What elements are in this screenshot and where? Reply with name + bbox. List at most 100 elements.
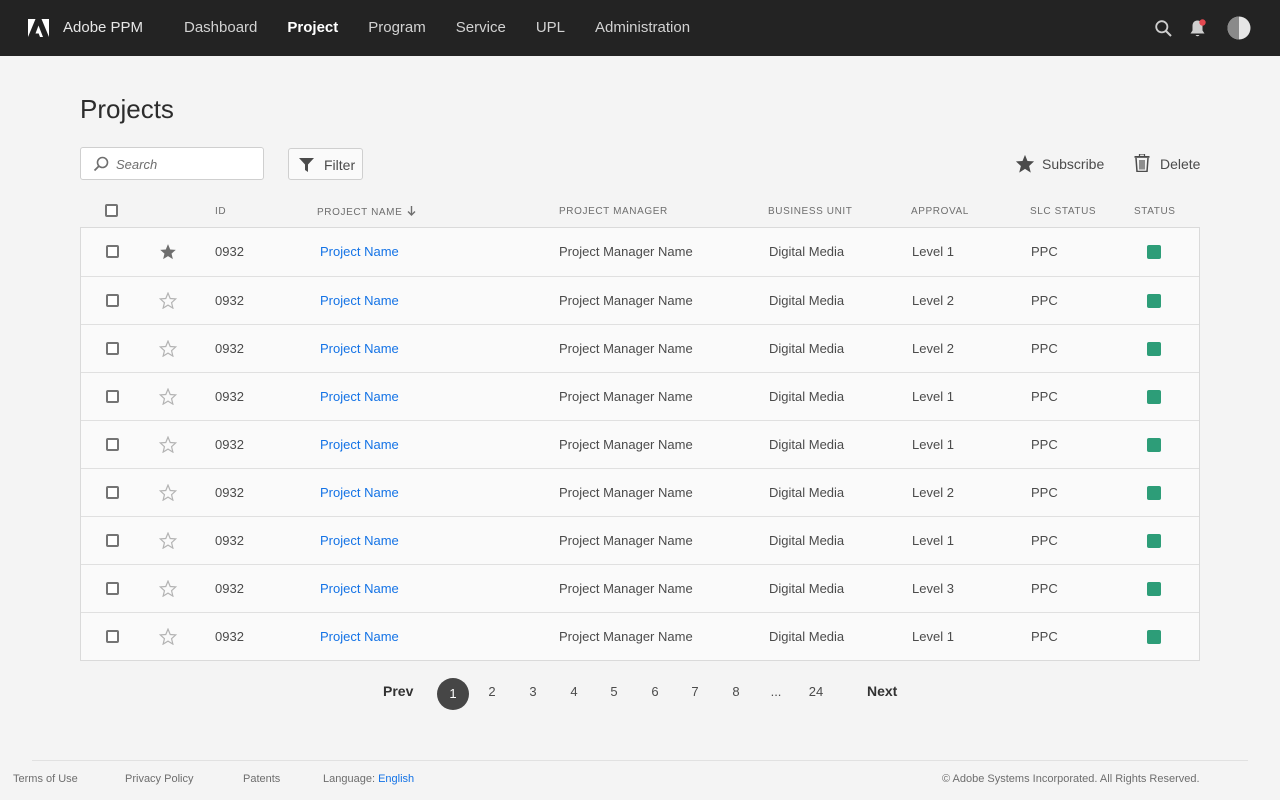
- cell-approval: Level 1: [912, 244, 954, 259]
- bell-icon[interactable]: [1189, 19, 1206, 38]
- column-header-status[interactable]: STATUS: [1134, 206, 1176, 217]
- app-brand-name[interactable]: Adobe PPM: [63, 19, 143, 36]
- cell-approval: Level 1: [912, 629, 954, 644]
- cell-id: 0932: [215, 341, 244, 356]
- star-filled-icon[interactable]: [159, 243, 177, 260]
- row-checkbox[interactable]: [106, 390, 119, 403]
- cell-project-manager: Project Manager Name: [559, 581, 693, 596]
- next-page-button[interactable]: Next: [867, 683, 897, 699]
- cell-project-name[interactable]: Project Name: [320, 389, 399, 404]
- column-header-slc-status[interactable]: SLC STATUS: [1030, 206, 1096, 217]
- cell-id: 0932: [215, 485, 244, 500]
- nav-item-service[interactable]: Service: [456, 19, 506, 36]
- cell-project-name[interactable]: Project Name: [320, 341, 399, 356]
- cell-id: 0932: [215, 533, 244, 548]
- star-outline-icon[interactable]: [159, 532, 177, 549]
- language-label: Language:: [323, 773, 375, 785]
- star-outline-icon[interactable]: [159, 580, 177, 597]
- star-outline-icon[interactable]: [159, 340, 177, 357]
- nav-item-administration[interactable]: Administration: [595, 19, 690, 36]
- cell-project-name[interactable]: Project Name: [320, 629, 399, 644]
- delete-button[interactable]: Delete: [1134, 154, 1200, 174]
- table-row[interactable]: 0932 Project Name Project Manager Name Digi…: [81, 564, 1199, 612]
- row-checkbox[interactable]: [106, 534, 119, 547]
- table-row[interactable]: 0932 Project Name Project Manager Name Digi…: [81, 516, 1199, 564]
- row-checkbox[interactable]: [106, 630, 119, 643]
- subscribe-button[interactable]: Subscribe: [1015, 154, 1105, 174]
- sort-descending-icon[interactable]: [407, 206, 416, 216]
- page-5-button[interactable]: 5: [606, 684, 622, 699]
- table-row[interactable]: 0932 Project Name Project Manager Name Digi…: [81, 468, 1199, 516]
- nav-item-upl[interactable]: UPL: [536, 19, 565, 36]
- row-checkbox[interactable]: [106, 582, 119, 595]
- row-checkbox[interactable]: [106, 294, 119, 307]
- cell-project-name[interactable]: Project Name: [320, 485, 399, 500]
- filter-button[interactable]: Filter: [288, 148, 363, 180]
- nav-item-dashboard[interactable]: Dashboard: [184, 19, 257, 36]
- star-outline-icon[interactable]: [159, 292, 177, 309]
- terms-of-use-link[interactable]: Terms of Use: [13, 773, 78, 785]
- delete-button-label: Delete: [1160, 156, 1201, 172]
- cell-business-unit: Digital Media: [769, 485, 845, 500]
- table-row[interactable]: 0932 Project Name Project Manager Name Digi…: [81, 276, 1199, 324]
- page-6-button[interactable]: 6: [647, 684, 663, 699]
- language-selector[interactable]: Language: English: [323, 773, 414, 785]
- pagination-ellipsis: ...: [770, 684, 782, 699]
- row-checkbox[interactable]: [106, 486, 119, 499]
- column-header-id[interactable]: ID: [215, 206, 226, 217]
- adobe-logo-icon[interactable]: [28, 19, 49, 37]
- pagination: Prev Next 1 2 3 4 5 6 7 8... 24: [0, 676, 1280, 710]
- select-all-checkbox[interactable]: [105, 204, 118, 217]
- cell-project-name[interactable]: Project Name: [320, 244, 399, 259]
- star-outline-icon[interactable]: [159, 484, 177, 501]
- search-field[interactable]: [80, 147, 264, 180]
- table-row[interactable]: 0932 Project Name Project Manager Name Digi…: [81, 372, 1199, 420]
- page-2-button[interactable]: 2: [484, 684, 500, 699]
- nav-item-project[interactable]: Project: [287, 19, 338, 36]
- top-navigation-bar: Adobe PPM Dashboard Project Program Service…: [0, 0, 1280, 56]
- status-indicator: [1147, 245, 1161, 259]
- avatar[interactable]: [1227, 16, 1251, 40]
- cell-id: 0932: [215, 389, 244, 404]
- page-3-button[interactable]: 3: [525, 684, 541, 699]
- trash-icon: [1134, 154, 1150, 172]
- column-header-project-name[interactable]: PROJECT NAME: [317, 206, 416, 218]
- row-checkbox[interactable]: [106, 438, 119, 451]
- table-row[interactable]: 0932 Project Name Project Manager Name Digi…: [81, 612, 1199, 660]
- main-nav: Dashboard Project Program Service UPL Adminis…: [184, 19, 720, 36]
- column-header-approval[interactable]: APPROVAL: [911, 206, 969, 217]
- cell-id: 0932: [215, 581, 244, 596]
- column-header-project-manager[interactable]: PROJECT MANAGER: [559, 206, 668, 217]
- language-value[interactable]: English: [378, 773, 414, 785]
- nav-item-program[interactable]: Program: [368, 19, 426, 36]
- star-outline-icon[interactable]: [159, 388, 177, 405]
- page-24-button[interactable]: 24: [806, 684, 826, 699]
- patents-link[interactable]: Patents: [243, 773, 280, 785]
- star-outline-icon[interactable]: [159, 436, 177, 453]
- column-header-business-unit[interactable]: BUSINESS UNIT: [768, 206, 852, 217]
- cell-business-unit: Digital Media: [769, 581, 845, 596]
- cell-slc-status: PPC: [1031, 437, 1058, 452]
- prev-page-button[interactable]: Prev: [383, 683, 413, 699]
- page-8-button[interactable]: 8: [728, 684, 744, 699]
- status-indicator: [1147, 630, 1161, 644]
- search-icon[interactable]: [1155, 20, 1172, 37]
- cell-project-manager: Project Manager Name: [559, 533, 693, 548]
- row-checkbox[interactable]: [106, 342, 119, 355]
- page-1-button[interactable]: 1: [437, 678, 469, 710]
- row-checkbox[interactable]: [106, 245, 119, 258]
- cell-project-name[interactable]: Project Name: [320, 581, 399, 596]
- cell-project-name[interactable]: Project Name: [320, 293, 399, 308]
- page-4-button[interactable]: 4: [566, 684, 582, 699]
- cell-project-name[interactable]: Project Name: [320, 437, 399, 452]
- notification-badge: [1199, 19, 1206, 26]
- privacy-policy-link[interactable]: Privacy Policy: [125, 773, 193, 785]
- page-7-button[interactable]: 7: [687, 684, 703, 699]
- cell-project-name[interactable]: Project Name: [320, 533, 399, 548]
- search-input[interactable]: [116, 152, 256, 176]
- table-row[interactable]: 0932 Project Name Project Manager Name Digi…: [81, 324, 1199, 372]
- table-row[interactable]: 0932 Project Name Project Manager Name Digi…: [81, 228, 1199, 276]
- table-row[interactable]: 0932 Project Name Project Manager Name Digi…: [81, 420, 1199, 468]
- star-outline-icon[interactable]: [159, 628, 177, 645]
- cell-slc-status: PPC: [1031, 581, 1058, 596]
